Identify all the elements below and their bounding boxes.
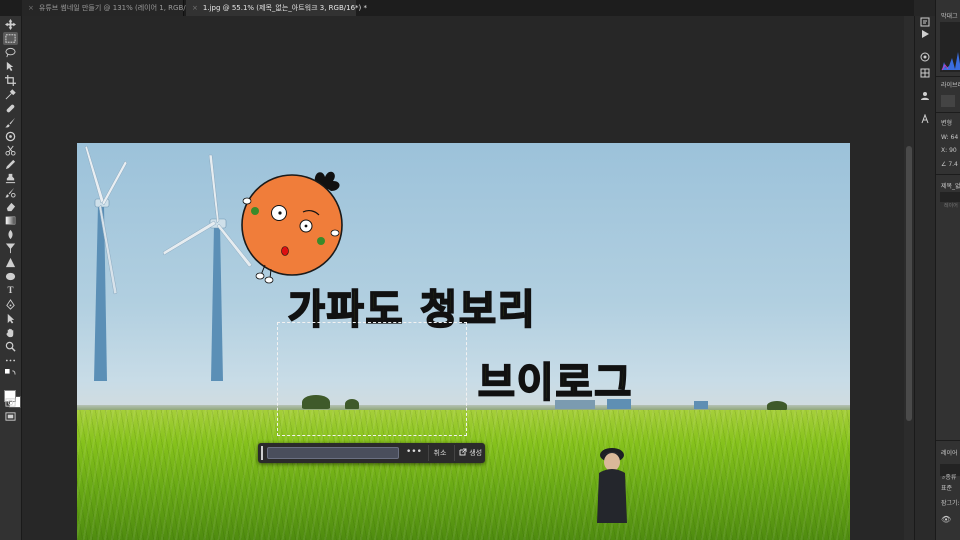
eyedropper-icon[interactable] — [3, 88, 18, 101]
shrub — [767, 401, 787, 410]
x-field[interactable]: X: 90 — [941, 147, 957, 154]
libraries-label[interactable]: 라이브러 — [941, 80, 960, 89]
move-icon[interactable] — [3, 18, 18, 31]
angle-icon: ∠ — [941, 161, 947, 168]
gradient-icon[interactable] — [3, 214, 18, 227]
angle-field[interactable]: ∠ 7.4 — [941, 161, 958, 168]
layer-field[interactable]: 레이어 — [940, 192, 960, 209]
screen-mode-icon[interactable] — [3, 410, 18, 423]
tab-close-icon[interactable]: × — [28, 4, 34, 12]
drag-handle[interactable] — [261, 446, 263, 460]
more-options-button[interactable]: ••• — [406, 445, 422, 461]
smudge-icon[interactable] — [3, 228, 18, 241]
cancel-button[interactable]: 취소 — [428, 445, 451, 461]
scrollbar-thumb[interactable] — [906, 146, 912, 421]
dodge-icon[interactable] — [3, 242, 18, 255]
filter-label: ⌕종류 — [940, 474, 956, 481]
lasso-icon[interactable] — [3, 46, 18, 59]
w-value: 64 — [950, 134, 959, 141]
document-tab-bar: × 유튜브 썸네일 만들기 @ 131% (레이어 1, RGB/8) * × 1.… — [0, 0, 960, 16]
divider — [936, 76, 960, 77]
blob-icon[interactable] — [3, 270, 18, 283]
panel-icon-strip — [914, 16, 935, 540]
swap-colors-icon[interactable] — [3, 368, 18, 381]
building — [694, 401, 708, 409]
play-icon[interactable] — [919, 28, 931, 40]
divider — [936, 112, 960, 113]
tab-label: 1.jpg @ 55.1% (제목_없는_아트워크 3, RGB/16*) * — [202, 4, 367, 12]
layer-name-label: 제목_없 — [941, 183, 960, 190]
object-select-icon[interactable] — [3, 60, 18, 73]
clone-stamp-icon[interactable] — [3, 172, 18, 185]
histogram-panel-title[interactable]: 막대그 — [941, 11, 958, 20]
prompt-input[interactable] — [267, 447, 399, 459]
filter-kind: 종류 — [945, 474, 957, 481]
burn-icon[interactable] — [3, 256, 18, 269]
stamp-icon[interactable] — [3, 130, 18, 143]
orange-mascot-illustration — [241, 171, 343, 284]
hand-icon[interactable] — [3, 326, 18, 339]
history-brush-icon[interactable] — [3, 186, 18, 199]
right-panels: 막대그 라이브러 변형 W: 64 X: 90 ∠ 7.4 제목_없 레이어 레… — [935, 0, 960, 540]
contextual-task-bar: ••• 취소 생성 — [258, 443, 485, 463]
glyphs-icon[interactable] — [919, 113, 931, 125]
brush-icon[interactable] — [3, 116, 18, 129]
library-thumb[interactable] — [941, 95, 955, 107]
quick-mask-icon[interactable] — [3, 396, 18, 409]
healing-icon[interactable] — [3, 102, 18, 115]
x-value: 90 — [949, 147, 957, 154]
external-link-icon — [459, 448, 467, 456]
pencil-icon[interactable] — [3, 158, 18, 171]
tab-thumbnail-document[interactable]: × 유튜브 썸네일 만들기 @ 131% (레이어 1, RGB/8) * — [22, 0, 199, 16]
scissors-icon[interactable] — [3, 144, 18, 157]
generate-label: 생성 — [469, 449, 483, 457]
person-figure — [597, 448, 627, 523]
width-field[interactable]: W: 64 — [941, 134, 958, 141]
eye-visibility-icon[interactable]: 👁 — [941, 515, 951, 524]
tab-label: 유튜브 썸네일 만들기 @ 131% (레이어 1, RGB/8) * — [38, 4, 199, 12]
pen-icon[interactable] — [3, 298, 18, 311]
x-label: X: — [941, 147, 948, 154]
people-icon[interactable] — [919, 90, 931, 102]
swatches-icon[interactable] — [919, 67, 931, 79]
layer-filter-field[interactable]: ⌕종류 — [940, 464, 960, 481]
tools-panel: T — [0, 16, 22, 540]
angle-value: 7.4 — [948, 161, 958, 168]
vertical-scrollbar[interactable] — [904, 16, 914, 540]
divider — [936, 174, 960, 175]
histogram-graph — [940, 22, 960, 72]
zoom-icon[interactable] — [3, 340, 18, 353]
more-icon[interactable] — [3, 354, 18, 367]
type-icon[interactable]: T — [3, 284, 18, 297]
headline-line-2[interactable]: 브이로그 — [477, 350, 633, 408]
divider — [936, 440, 960, 441]
marquee-icon[interactable] — [3, 32, 18, 45]
brush-settings-icon[interactable] — [919, 51, 931, 63]
crop-icon[interactable] — [3, 74, 18, 87]
lock-label: 잠그기: — [941, 500, 960, 507]
history-icon[interactable] — [919, 16, 931, 28]
wind-turbine-left — [84, 145, 128, 381]
blend-mode-select[interactable]: 표준 — [941, 483, 952, 492]
properties-title[interactable]: 변형 — [941, 118, 952, 127]
layers-panel-title[interactable]: 레이어 — [941, 448, 958, 457]
selection-marquee[interactable] — [277, 322, 467, 436]
layer-field-placeholder: 레이어 — [944, 203, 958, 209]
tab-active-document[interactable]: × 1.jpg @ 55.1% (제목_없는_아트워크 3, RGB/16*) * — [186, 0, 367, 16]
generate-button[interactable]: 생성 — [454, 445, 483, 461]
tab-close-icon[interactable]: × — [192, 4, 198, 12]
path-select-icon[interactable] — [3, 312, 18, 325]
eraser-icon[interactable] — [3, 200, 18, 213]
w-label: W: — [941, 134, 949, 141]
